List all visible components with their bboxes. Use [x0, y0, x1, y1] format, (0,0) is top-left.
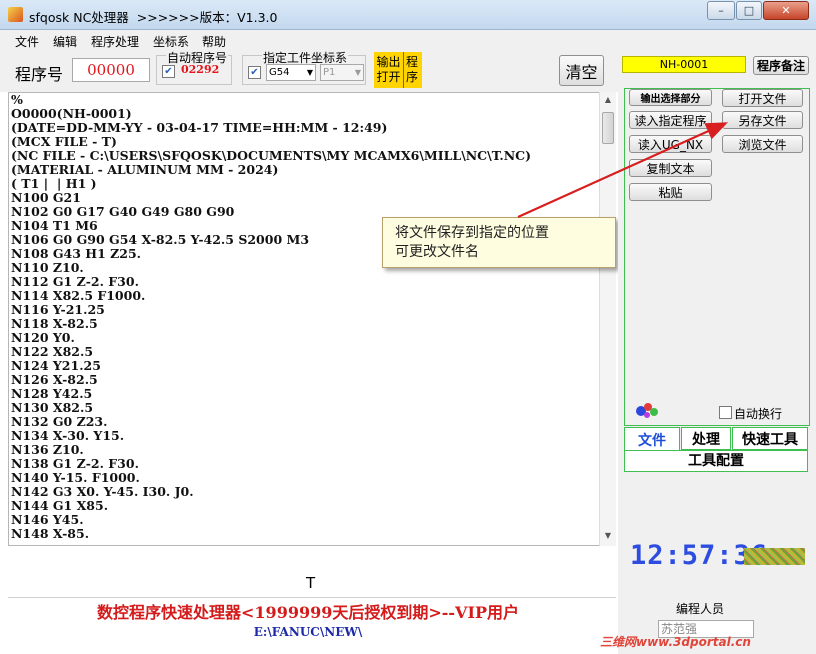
code-line[interactable]: ( T1 | | H1 ): [11, 177, 601, 191]
program-number-label: 程序号: [15, 65, 64, 84]
code-line[interactable]: N118 X-82.5: [11, 317, 601, 331]
workpiece-select[interactable]: G54 ▼: [266, 64, 316, 81]
code-line[interactable]: N100 G21: [11, 191, 601, 205]
callout-line-1: 将文件保存到指定的位置: [395, 225, 549, 241]
browse-file-button[interactable]: 浏览文件: [722, 135, 803, 153]
read-program-button[interactable]: 读入指定程序: [629, 111, 712, 129]
auto-wrap-checkbox[interactable]: [719, 406, 732, 419]
auto-program-checkbox[interactable]: ✔: [162, 65, 175, 78]
menu-help[interactable]: 帮助: [202, 33, 226, 50]
copy-text-button[interactable]: 复制文本: [629, 159, 712, 177]
code-line[interactable]: (DATE=DD-MM-YY - 03-04-17 TIME=HH:MM - 1…: [11, 121, 601, 135]
code-line[interactable]: N128 Y42.5: [11, 387, 601, 401]
code-line[interactable]: N116 Y-21.25: [11, 303, 601, 317]
tab-process[interactable]: 处理: [681, 427, 731, 450]
editor-scrollbar[interactable]: ▲ ▼: [599, 92, 616, 546]
status-letter: T: [306, 574, 316, 592]
program-note-button[interactable]: 程序备注: [753, 56, 809, 75]
clear-button[interactable]: 清空: [559, 55, 604, 86]
scroll-thumb[interactable]: [602, 112, 614, 144]
menu-edit[interactable]: 编辑: [53, 33, 77, 50]
program-vert-1: 程: [405, 55, 418, 69]
window-title: sfqosk NC处理器 >>>>>>版本：V1.3.0: [29, 10, 278, 25]
close-button[interactable]: ✕: [763, 1, 809, 20]
code-text[interactable]: % O0000(NH-0001) (DATE=DD-MM-YY - 03-04-17…: [11, 93, 601, 545]
color-icon: [636, 403, 658, 418]
code-line[interactable]: N112 G1 Z-2. F30.: [11, 275, 601, 289]
menu-file[interactable]: 文件: [15, 33, 39, 50]
watermark-text: 三维网www.3dportal.cn: [600, 635, 751, 649]
save-as-button[interactable]: 另存文件: [722, 111, 803, 129]
code-line[interactable]: N144 G1 X85.: [11, 499, 601, 513]
p-select[interactable]: P1 ▼: [320, 64, 364, 81]
code-line[interactable]: (MCX FILE - T): [11, 135, 601, 149]
menu-coordinate-system[interactable]: 坐标系: [153, 33, 189, 50]
programmer-label: 编程人员: [676, 602, 725, 616]
tab-quick-tools[interactable]: 快速工具: [732, 427, 808, 450]
output-path: E:\FANUC\NEW\: [253, 625, 363, 639]
menu-bar: 文件 编辑 程序处理 坐标系 帮助: [0, 30, 816, 50]
menu-program-processing[interactable]: 程序处理: [91, 33, 139, 50]
code-line[interactable]: N130 X82.5: [11, 401, 601, 415]
workpiece-select-value: G54: [269, 67, 290, 78]
code-line[interactable]: (NC FILE - C:\USERS\SFQOSK\DOCUMENTS\MY …: [11, 149, 601, 163]
code-line[interactable]: %: [11, 93, 601, 107]
callout-tooltip: 将文件保存到指定的位置 可更改文件名: [382, 217, 616, 268]
output-label: 输出: [376, 55, 401, 69]
program-name-field[interactable]: NH-0001: [622, 56, 746, 73]
program-vert-2: 序: [405, 70, 418, 84]
code-line[interactable]: N146 Y45.: [11, 513, 601, 527]
callout-line-2: 可更改文件名: [395, 244, 479, 260]
code-line[interactable]: (MATERIAL - ALUMINUM MM - 2024): [11, 163, 601, 177]
minimize-button[interactable]: –: [707, 1, 735, 20]
maximize-button[interactable]: □: [736, 1, 762, 20]
output-open-button[interactable]: 输出 打开 程 序: [374, 52, 422, 88]
code-line[interactable]: N136 Z10.: [11, 443, 601, 457]
scroll-down-arrow[interactable]: ▼: [601, 529, 615, 543]
code-line[interactable]: N134 X-30. Y15.: [11, 429, 601, 443]
open-label: 打开: [376, 70, 401, 84]
code-line[interactable]: N126 X-82.5: [11, 373, 601, 387]
paste-button[interactable]: 粘贴: [629, 183, 712, 201]
code-line[interactable]: N124 Y21.25: [11, 359, 601, 373]
chevron-down-icon: ▼: [354, 68, 361, 77]
code-line[interactable]: O0000(NH-0001): [11, 107, 601, 121]
status-input-bar: T: [8, 566, 616, 598]
p-select-value: P1: [323, 67, 336, 78]
workpiece-checkbox[interactable]: ✔: [248, 66, 261, 79]
scroll-up-arrow[interactable]: ▲: [601, 93, 615, 107]
code-line[interactable]: N140 Y-15. F1000.: [11, 471, 601, 485]
code-line[interactable]: N122 X82.5: [11, 345, 601, 359]
code-line[interactable]: N132 G0 Z23.: [11, 415, 601, 429]
chevron-down-icon: ▼: [306, 68, 313, 77]
code-line[interactable]: N120 Y0.: [11, 331, 601, 345]
tab-file[interactable]: 文件: [624, 427, 680, 451]
read-ugnx-button[interactable]: 读入UG_NX: [629, 135, 712, 153]
code-line[interactable]: N114 X82.5 F1000.: [11, 289, 601, 303]
status-indicator: [744, 548, 805, 565]
output-selection-button[interactable]: 输出选择部分: [629, 89, 712, 106]
auto-wrap-label: 自动换行: [734, 407, 783, 421]
license-status: 数控程序快速处理器<1999999天后授权到期>--VIP用户: [97, 603, 519, 622]
open-file-button[interactable]: 打开文件: [722, 89, 803, 107]
tab-tool-config[interactable]: 工具配置: [624, 450, 808, 472]
code-line[interactable]: N142 G3 X0. Y-45. I30. J0.: [11, 485, 601, 499]
program-number-input[interactable]: 00000: [72, 58, 150, 82]
code-line[interactable]: N148 X-85.: [11, 527, 601, 541]
auto-program-value: 02292: [181, 63, 220, 76]
code-editor[interactable]: % O0000(NH-0001) (DATE=DD-MM-YY - 03-04-17…: [8, 92, 616, 546]
app-icon: [8, 7, 23, 22]
code-line[interactable]: N138 G1 Z-2. F30.: [11, 457, 601, 471]
